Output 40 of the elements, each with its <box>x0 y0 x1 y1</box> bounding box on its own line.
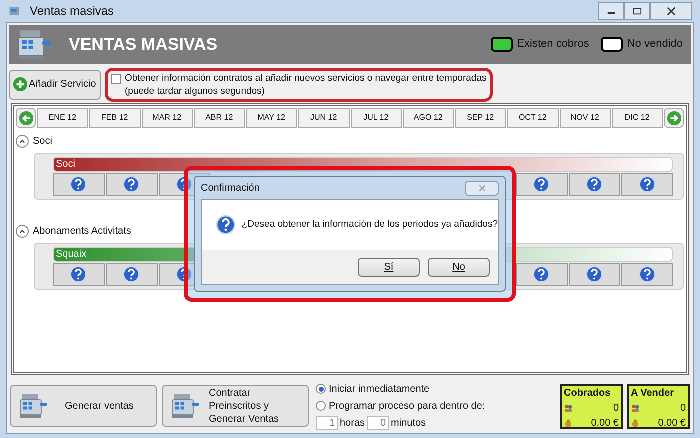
legend-label: Existen cobros <box>517 37 590 52</box>
section-title: Abonaments Activitats <box>33 224 132 238</box>
summary-count: 0 <box>680 402 686 416</box>
summary-count: 0 <box>613 402 619 416</box>
month-header: JUL 12 <box>350 108 402 128</box>
section-title: Soci <box>33 134 52 148</box>
summary-title: Cobrados <box>564 386 612 400</box>
unit-label: minutos <box>391 416 426 430</box>
page-title: VENTAS MASIVAS <box>69 34 218 56</box>
summary-title: A Vender <box>631 386 675 400</box>
month-header: NOV 12 <box>560 108 611 128</box>
dialog-button[interactable]: Sí <box>358 258 420 276</box>
month-header: OCT 12 <box>507 108 558 128</box>
action-button[interactable]: Contratar Preinscritos y Generar Ventas <box>162 385 309 427</box>
number-field[interactable]: 1 <box>316 416 338 430</box>
radio-label: Iniciar inmediatamente <box>329 382 430 396</box>
radio-label: Programar proceso para dentro de: <box>329 400 486 414</box>
option-label: Obtener información contratos al añadir nuevos servicios o navegar entre temporadas <box>125 72 487 84</box>
unit-label: horas <box>340 416 366 430</box>
month-header: ABR 12 <box>194 108 245 128</box>
dialog-button[interactable]: No <box>428 258 490 276</box>
month-header: MAY 12 <box>246 108 298 128</box>
dialog-message: ¿Desea obtener la información de los periodos ya añadidos? <box>242 218 498 232</box>
action-button[interactable]: Generar ventas <box>10 385 157 427</box>
month-header: DIC 12 <box>612 108 663 128</box>
summary-amount: 0.00 € <box>658 416 686 430</box>
month-header: MAR 12 <box>142 108 193 128</box>
month-header: AGO 12 <box>402 108 454 128</box>
option-note: (puede tardar algunos segundos) <box>125 84 266 98</box>
month-header: ENE 12 <box>37 108 88 128</box>
service-bar: Soci <box>53 157 673 172</box>
number-field[interactable]: 0 <box>367 416 390 430</box>
dialog-title: Confirmación <box>201 182 260 196</box>
add-service-button[interactable]: Añadir Servicio <box>9 70 101 100</box>
summary-amount: 0.00 € <box>591 416 619 430</box>
window-title: Ventas masivas <box>30 3 114 20</box>
month-header: FEB 12 <box>89 108 140 128</box>
legend-label: No vendido <box>627 37 683 52</box>
month-header: JUN 12 <box>298 108 350 128</box>
month-header: SEP 12 <box>455 108 506 128</box>
